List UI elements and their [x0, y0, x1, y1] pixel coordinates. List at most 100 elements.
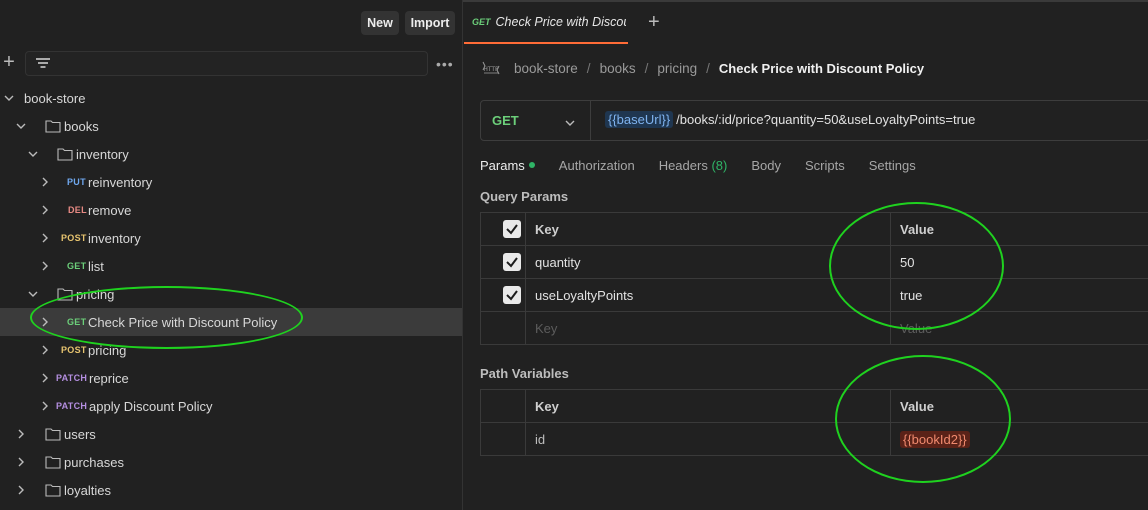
- tree-item-label: loyalties: [64, 482, 111, 498]
- http-icon: HTTP: [482, 61, 500, 75]
- tab-headers[interactable]: Headers (8): [659, 158, 728, 173]
- method-select[interactable]: GET: [481, 101, 591, 140]
- tab-settings[interactable]: Settings: [869, 158, 916, 173]
- folder-icon: [45, 427, 61, 441]
- tree-item-book-store[interactable]: book-store: [0, 84, 462, 112]
- table-row: useLoyaltyPoints true: [481, 279, 1148, 312]
- tree-item-users[interactable]: users: [0, 420, 462, 448]
- tree-item-purchases[interactable]: purchases: [0, 448, 462, 476]
- chevron-right-icon[interactable]: [40, 261, 50, 271]
- new-key-input[interactable]: Key: [526, 312, 891, 344]
- chevron-right-icon[interactable]: [40, 177, 50, 187]
- tree-item-label: inventory: [76, 146, 129, 162]
- chevron-right-icon[interactable]: [40, 373, 50, 383]
- request-tab-bar: GET Check Price with Discou +: [464, 2, 1148, 46]
- url-variable: {{baseUrl}}: [605, 111, 674, 128]
- tree-item-label: pricing: [76, 286, 115, 302]
- chevron-right-icon[interactable]: [40, 233, 50, 243]
- breadcrumb-current[interactable]: Check Price with Discount Policy: [719, 61, 924, 76]
- tree-item-remove[interactable]: DEL remove: [0, 196, 462, 224]
- breadcrumb-item[interactable]: pricing: [657, 61, 697, 76]
- chevron-right-icon[interactable]: [40, 345, 50, 355]
- key-column-header: Key: [526, 213, 891, 245]
- chevron-down-icon[interactable]: [4, 93, 14, 103]
- tree-item-check-price[interactable]: GET Check Price with Discount Policy: [0, 308, 462, 336]
- tree-item-loyalties[interactable]: loyalties: [0, 476, 462, 504]
- url-bar: GET {{baseUrl}} /books/:id/price?quantit…: [480, 100, 1148, 141]
- more-options-icon[interactable]: •••: [436, 56, 454, 72]
- table-header-row: Key Value: [481, 213, 1148, 246]
- chevron-down-icon: [565, 116, 575, 126]
- method-badge: PUT: [67, 177, 86, 187]
- breadcrumb: HTTP book-store / books / pricing / Chec…: [480, 58, 924, 78]
- method-badge: GET: [67, 261, 87, 271]
- table-header-row: Key Value: [481, 390, 1148, 423]
- method-badge: PATCH: [56, 373, 88, 383]
- breadcrumb-item[interactable]: books: [600, 61, 636, 76]
- new-value-input[interactable]: Value: [891, 312, 1148, 344]
- tab-params[interactable]: Params: [480, 158, 535, 173]
- tab-body[interactable]: Body: [751, 158, 781, 173]
- chevron-right-icon[interactable]: [40, 317, 50, 327]
- table-row: id {{bookId2}}: [481, 423, 1148, 456]
- path-variables-title: Path Variables: [480, 366, 569, 381]
- path-var-value-cell[interactable]: {{bookId2}}: [891, 423, 1148, 455]
- chevron-right-icon[interactable]: [16, 429, 26, 439]
- tab-method-badge: GET: [472, 17, 491, 27]
- tree-item-label: reinventory: [88, 174, 153, 190]
- filter-input[interactable]: [25, 51, 428, 76]
- param-key[interactable]: useLoyaltyPoints: [526, 279, 891, 311]
- tree-item-label: users: [64, 426, 96, 442]
- tree-item-label: remove: [88, 202, 132, 218]
- add-tab-icon[interactable]: +: [648, 11, 660, 34]
- folder-icon: [57, 287, 73, 301]
- tab-authorization[interactable]: Authorization: [559, 158, 635, 173]
- method-badge: PATCH: [56, 401, 88, 411]
- tree-item-label: list: [88, 258, 104, 274]
- tree-item-pricing-folder[interactable]: pricing: [0, 280, 462, 308]
- tree-item-list[interactable]: GET list: [0, 252, 462, 280]
- tree-item-inventory-request[interactable]: POST inventory: [0, 224, 462, 252]
- svg-text:HTTP: HTTP: [483, 66, 499, 73]
- param-value[interactable]: 50: [891, 246, 1148, 278]
- chevron-down-icon[interactable]: [28, 289, 38, 299]
- select-all-checkbox[interactable]: [503, 220, 521, 238]
- folder-icon: [57, 147, 73, 161]
- tree-item-books[interactable]: books: [0, 112, 462, 140]
- chevron-down-icon[interactable]: [28, 149, 38, 159]
- query-params-title: Query Params: [480, 189, 569, 204]
- chevron-right-icon[interactable]: [40, 205, 50, 215]
- chevron-right-icon[interactable]: [16, 485, 26, 495]
- tree-item-label: Check Price with Discount Policy: [88, 314, 278, 330]
- chevron-right-icon[interactable]: [16, 457, 26, 467]
- param-key[interactable]: quantity: [526, 246, 891, 278]
- tree-item-reprice[interactable]: PATCH reprice: [0, 364, 462, 392]
- tab-scripts[interactable]: Scripts: [805, 158, 845, 173]
- tree-item-label: books: [64, 118, 99, 134]
- tab-title: Check Price with Discou: [495, 15, 626, 29]
- row-checkbox[interactable]: [503, 286, 521, 304]
- breadcrumb-item[interactable]: book-store: [514, 61, 578, 76]
- path-var-key[interactable]: id: [526, 423, 891, 455]
- folder-icon: [45, 483, 61, 497]
- new-button[interactable]: New: [361, 11, 399, 35]
- add-collection-icon[interactable]: +: [1, 52, 17, 72]
- method-badge: POST: [61, 345, 87, 355]
- tree-item-apply-discount[interactable]: PATCH apply Discount Policy: [0, 392, 462, 420]
- tree-item-label: inventory: [88, 230, 141, 246]
- table-row: quantity 50: [481, 246, 1148, 279]
- tree-item-label: pricing: [88, 342, 127, 358]
- tree-item-inventory-folder[interactable]: inventory: [0, 140, 462, 168]
- import-button[interactable]: Import: [405, 11, 455, 35]
- row-checkbox[interactable]: [503, 253, 521, 271]
- param-value[interactable]: true: [891, 279, 1148, 311]
- path-variables-table: Key Value id {{bookId2}}: [480, 389, 1148, 456]
- tree-item-label: apply Discount Policy: [89, 398, 213, 414]
- url-input[interactable]: {{baseUrl}} /books/:id/price?quantity=50…: [605, 111, 975, 128]
- chevron-right-icon[interactable]: [40, 401, 50, 411]
- tree-item-reinventory[interactable]: PUT reinventory: [0, 168, 462, 196]
- value-column-header: Value: [900, 398, 934, 414]
- tab-check-price[interactable]: GET Check Price with Discou: [464, 2, 628, 44]
- chevron-down-icon[interactable]: [16, 121, 26, 131]
- tree-item-pricing-request[interactable]: POST pricing: [0, 336, 462, 364]
